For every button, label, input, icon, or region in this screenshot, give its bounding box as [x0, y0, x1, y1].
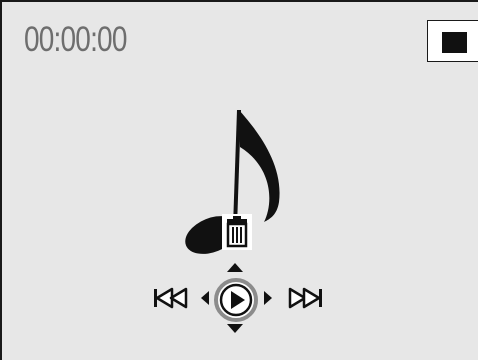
stop-button[interactable]: [427, 20, 478, 62]
play-button[interactable]: [213, 277, 259, 323]
recorder-screen: 00:00:00: [0, 0, 478, 360]
skip-previous-icon[interactable]: [152, 286, 188, 310]
stop-icon: [442, 32, 467, 53]
arrow-left-icon[interactable]: [199, 290, 211, 306]
playback-controls: [152, 257, 322, 337]
elapsed-time: 00:00:00: [24, 20, 127, 59]
trash-icon[interactable]: [220, 212, 254, 252]
arrow-up-icon[interactable]: [226, 261, 244, 273]
arrow-right-icon[interactable]: [262, 290, 274, 306]
skip-next-icon[interactable]: [288, 286, 324, 310]
arrow-down-icon[interactable]: [226, 323, 244, 335]
